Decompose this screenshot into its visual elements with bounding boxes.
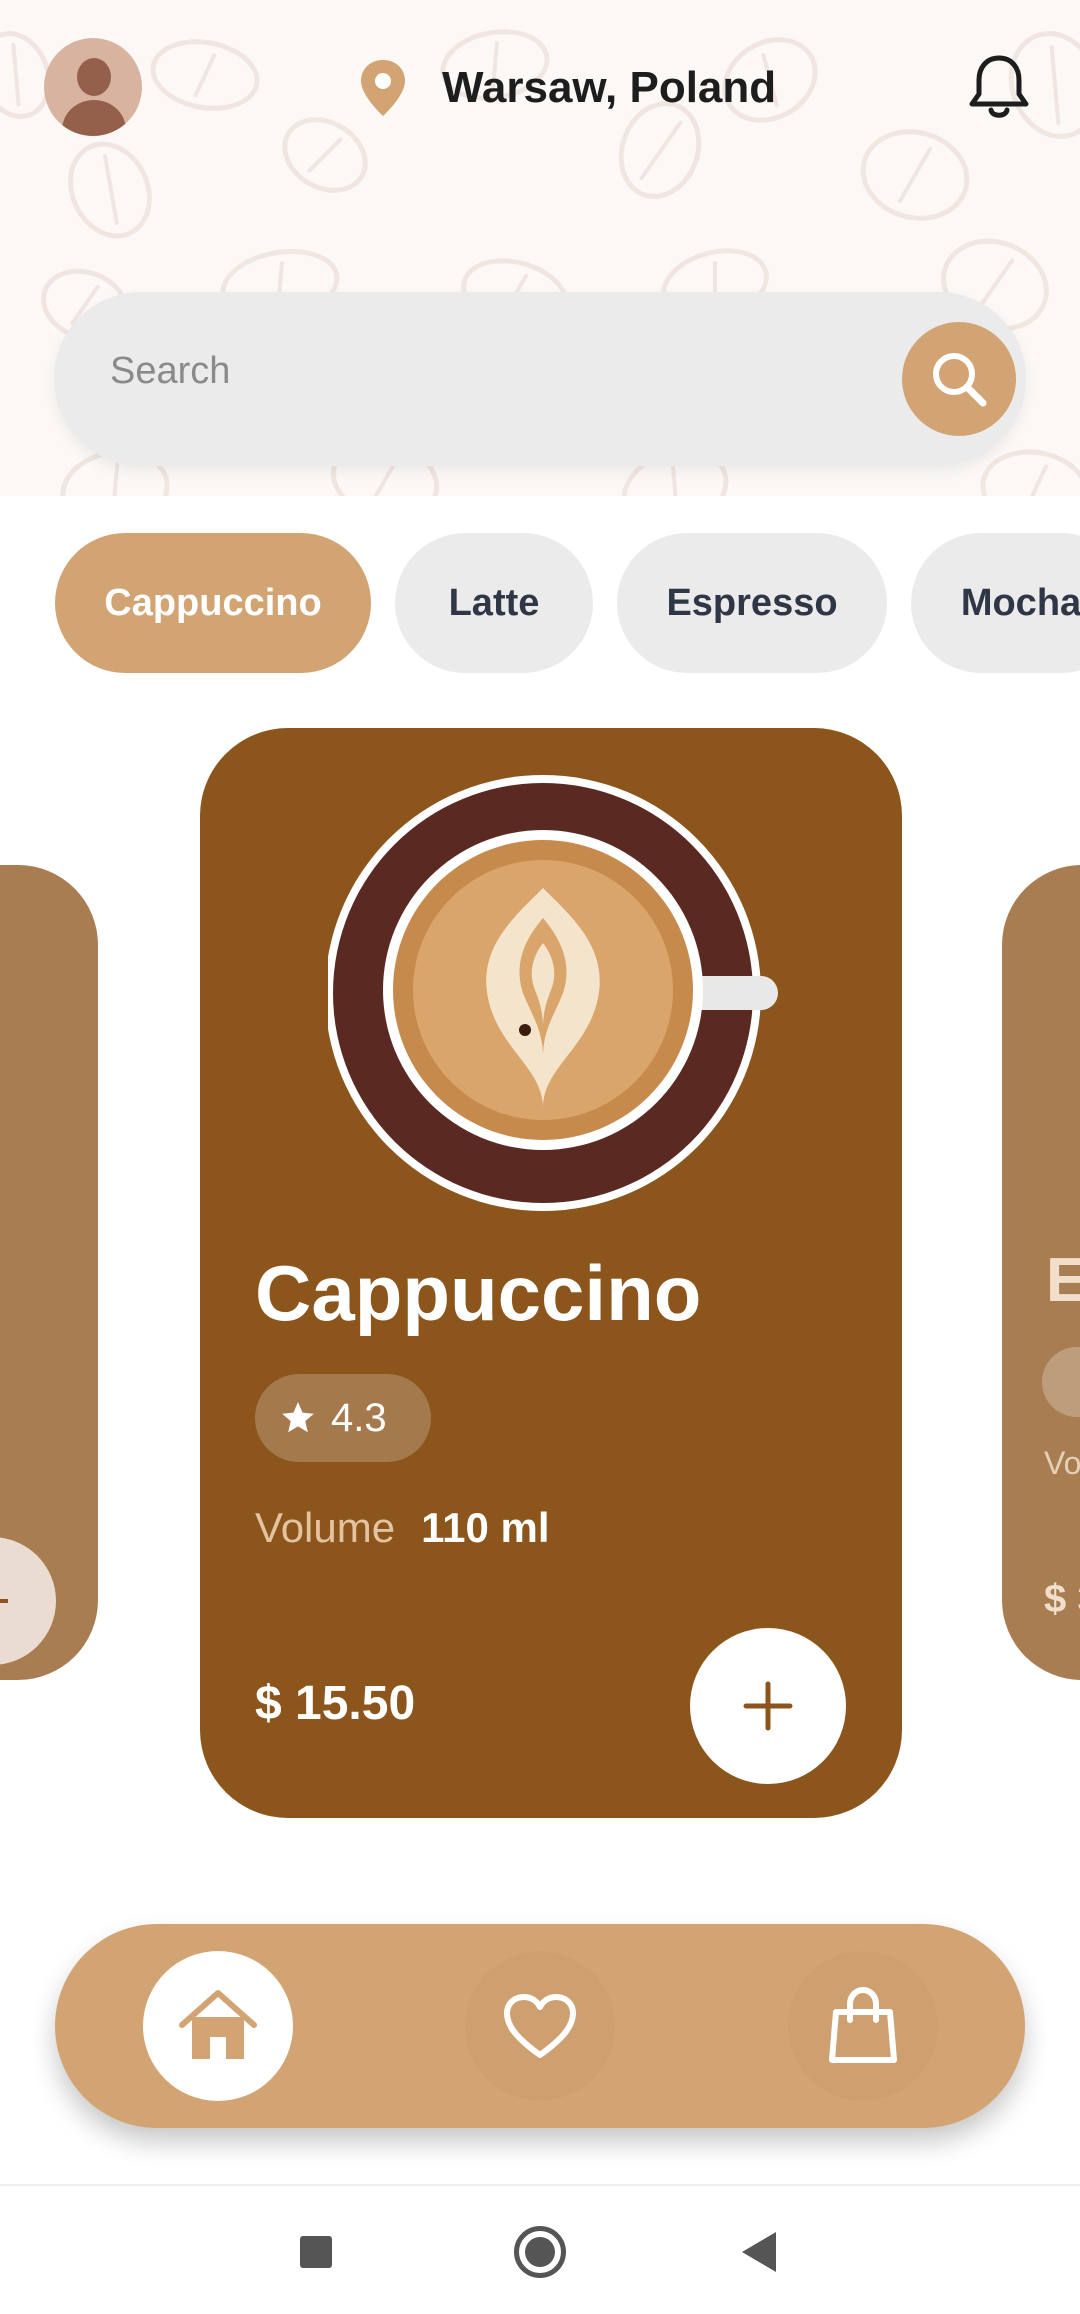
cappuccino-image xyxy=(328,775,778,1211)
rating-badge: 4.3 xyxy=(255,1374,431,1462)
tab-latte[interactable]: Latte xyxy=(395,533,593,673)
search-button[interactable] xyxy=(902,322,1016,436)
shopping-bag-icon xyxy=(829,1986,897,2063)
recents-icon[interactable] xyxy=(300,2236,332,2268)
system-navigation-bar xyxy=(0,2184,1080,2314)
add-button-previous[interactable] xyxy=(0,1537,56,1665)
home-icon xyxy=(179,1990,257,2059)
category-tabs: Cappuccino Latte Espresso Mocha xyxy=(55,533,1080,673)
search-bar[interactable]: Search xyxy=(54,292,1026,466)
product-title: Cappuccino xyxy=(255,1249,702,1337)
bottom-navigation xyxy=(55,1924,1025,2128)
avatar[interactable] xyxy=(44,38,142,136)
volume-info: Volume 110 ml xyxy=(255,1504,550,1552)
product-card-previous[interactable] xyxy=(0,865,98,1680)
volume-value: 110 ml xyxy=(421,1504,550,1551)
volume-partial: Vo xyxy=(1044,1445,1080,1481)
tab-mocha[interactable]: Mocha xyxy=(911,533,1080,673)
nav-cart[interactable] xyxy=(788,1951,938,2101)
back-icon[interactable] xyxy=(742,2232,776,2272)
search-input[interactable]: Search xyxy=(110,350,230,393)
plus-icon xyxy=(0,1599,8,1603)
bell-icon[interactable] xyxy=(966,52,1032,124)
location-pin-icon xyxy=(361,60,405,116)
product-price: $ 15.50 xyxy=(255,1677,416,1730)
tab-espresso[interactable]: Espresso xyxy=(617,533,887,673)
search-icon xyxy=(933,353,987,407)
rating-value: 4.3 xyxy=(331,1395,387,1440)
nav-home[interactable] xyxy=(143,1951,293,2101)
heart-icon xyxy=(504,1994,576,2058)
star-icon xyxy=(282,1402,314,1433)
volume-label: Volume xyxy=(255,1504,396,1551)
price-partial: $ 3 xyxy=(1044,1577,1080,1621)
location-selector[interactable]: Warsaw, Poland xyxy=(358,56,776,120)
rating-badge-partial xyxy=(1042,1347,1080,1417)
product-card-next[interactable]: E Vo $ 3 xyxy=(1002,865,1080,1680)
nav-favorites[interactable] xyxy=(465,1951,615,2101)
coffee-home-screen: Warsaw, Poland Search Cappuccino Latte E… xyxy=(0,0,1080,2314)
product-card-featured[interactable]: Cappuccino 4.3 Volume 110 ml $ 15.50 xyxy=(200,728,902,1818)
location-label: Warsaw, Poland xyxy=(442,63,777,112)
home-system-icon[interactable] xyxy=(514,2226,566,2278)
card-title-partial: E xyxy=(1046,1246,1080,1315)
tab-cappuccino[interactable]: Cappuccino xyxy=(55,533,371,673)
plus-icon xyxy=(743,1681,793,1731)
add-to-cart-button[interactable] xyxy=(690,1628,846,1784)
